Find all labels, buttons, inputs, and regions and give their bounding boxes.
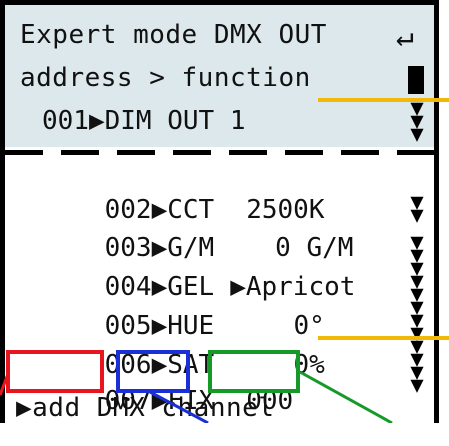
dmx-menu-screen: Expert mode DMX OUT ↵ address > function… (0, 0, 449, 423)
callout-lines (0, 370, 393, 423)
